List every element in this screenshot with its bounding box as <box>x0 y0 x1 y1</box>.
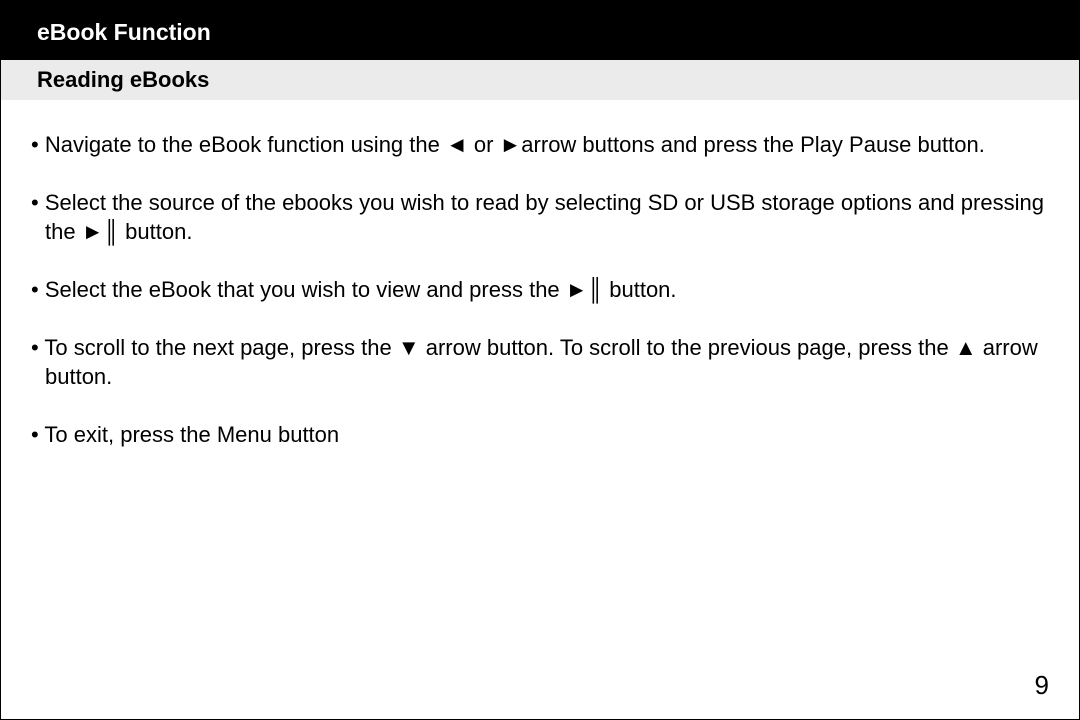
subsection-header: Reading eBooks <box>1 60 1079 100</box>
subsection-title: Reading eBooks <box>37 67 209 92</box>
page-number: 9 <box>1035 670 1049 701</box>
instruction-text: • Select the source of the ebooks you wi… <box>31 190 1044 245</box>
instruction-item: • To scroll to the next page, press the … <box>25 333 1055 392</box>
instruction-item: • Navigate to the eBook function using t… <box>25 130 1055 160</box>
instruction-item: • To exit, press the Menu button <box>25 420 1055 450</box>
content-body: • Navigate to the eBook function using t… <box>1 100 1079 450</box>
instruction-text: • To exit, press the Menu button <box>31 422 339 447</box>
instruction-item: • Select the source of the ebooks you wi… <box>25 188 1055 247</box>
instruction-text: • To scroll to the next page, press the … <box>31 335 1038 390</box>
section-header: eBook Function <box>1 1 1079 60</box>
instruction-text: • Navigate to the eBook function using t… <box>31 132 985 157</box>
section-title: eBook Function <box>37 19 211 45</box>
instruction-text: • Select the eBook that you wish to view… <box>31 277 677 302</box>
instruction-item: • Select the eBook that you wish to view… <box>25 275 1055 305</box>
manual-page: eBook Function Reading eBooks • Navigate… <box>0 0 1080 720</box>
